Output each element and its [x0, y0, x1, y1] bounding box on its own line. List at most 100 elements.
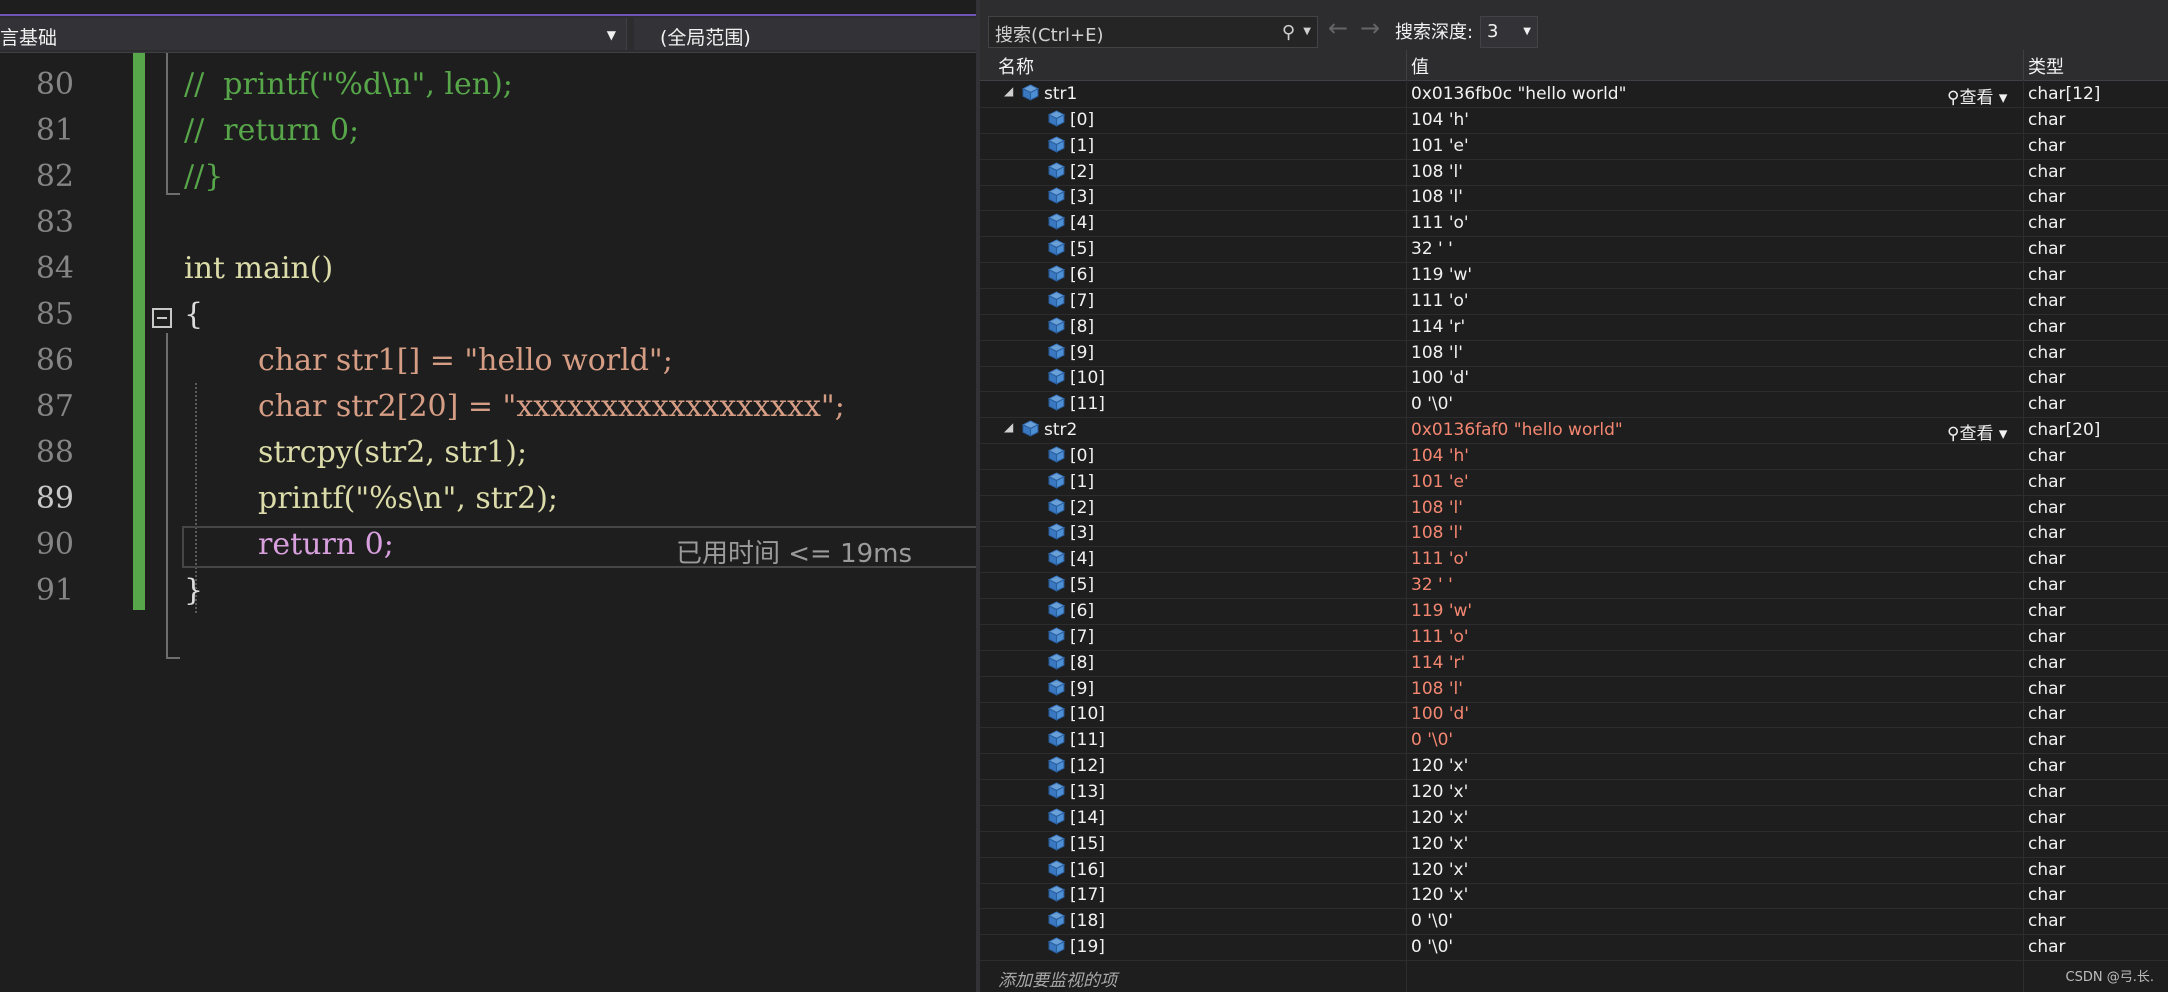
code-text: char str2[20] = "xxxxxxxxxxxxxxxxxx";: [258, 389, 845, 424]
arrow-left-icon[interactable]: ←: [1328, 14, 1348, 42]
search-input[interactable]: 搜索(Ctrl+E) ⚲ ▼: [988, 16, 1318, 48]
watch-value: 108 'l': [1411, 342, 1463, 363]
watch-row-element[interactable]: [11] 0 '\0' char: [980, 727, 2168, 755]
project-dropdown[interactable]: 言基础 ▼: [0, 18, 627, 50]
column-header-type[interactable]: 类型: [2028, 53, 2064, 79]
watch-row-element[interactable]: [1] 101 'e' char: [980, 133, 2168, 160]
watch-row-element[interactable]: [1] 101 'e' char: [980, 469, 2168, 496]
watch-row-element[interactable]: [15] 120 'x' char: [980, 831, 2168, 858]
code-line: 85 {: [0, 293, 976, 339]
code-area[interactable]: 80 // printf("%d\n", len); 81 // return …: [0, 53, 976, 992]
watch-row-variable[interactable]: ◢ str2 0x0136faf0 "hello world" ⚲查看 ▾ char[2…: [980, 417, 2168, 445]
watch-type: char: [2028, 601, 2066, 621]
column-divider[interactable]: [2023, 50, 2024, 80]
watch-name: [5]: [1070, 575, 1095, 596]
watch-name: [3]: [1070, 523, 1095, 544]
watch-type: char: [2028, 704, 2066, 725]
magnifier-icon: ⚲: [1947, 424, 1960, 445]
scope-dropdown[interactable]: (全局范围): [634, 18, 976, 50]
watch-row-variable[interactable]: ◢ str1 0x0136fb0c "hello world" ⚲查看 ▾ char[1…: [980, 81, 2168, 108]
watch-type: char: [2028, 290, 2066, 311]
variable-icon: [1047, 756, 1066, 773]
watch-row-element[interactable]: [2] 108 'l' char: [980, 495, 2168, 522]
watch-name: [6]: [1070, 601, 1095, 621]
watch-name: str1: [1044, 84, 1078, 104]
variable-icon: [1047, 446, 1066, 463]
watch-row-element[interactable]: [10] 100 'd' char: [980, 365, 2168, 393]
variable-icon: [1047, 704, 1066, 722]
watch-type: char: [2028, 756, 2066, 777]
code-text: // return 0;: [184, 113, 360, 148]
watch-type: char: [2028, 264, 2066, 285]
watch-row-element[interactable]: [6] 119 'w' char: [980, 598, 2168, 625]
arrow-right-icon[interactable]: →: [1360, 14, 1380, 42]
watch-row-element[interactable]: [17] 120 'x' char: [980, 882, 2168, 910]
search-depth-value: 3: [1487, 21, 1499, 42]
visualizer-label: 查看: [1959, 424, 1994, 445]
watermark: CSDN @弓.长.: [2065, 970, 2154, 985]
watch-row-element[interactable]: [13] 120 'x' char: [980, 779, 2168, 806]
watch-row-element[interactable]: [7] 111 'o' char: [980, 624, 2168, 651]
add-watch-row[interactable]: 添加要监视的项: [980, 964, 2168, 991]
code-line: 80 // printf("%d\n", len);: [0, 63, 976, 109]
variable-icon: [1047, 472, 1066, 489]
watch-value: 111 'o': [1411, 626, 1469, 647]
watch-name: [17]: [1070, 885, 1105, 906]
code-line: 81 // return 0;: [0, 109, 976, 155]
watch-value: 32 ' ': [1411, 575, 1453, 596]
watch-row-element[interactable]: [12] 120 'x' char: [980, 753, 2168, 781]
search-depth-select[interactable]: 3 ▼: [1480, 16, 1538, 48]
watch-row-element[interactable]: [8] 114 'r' char: [980, 314, 2168, 341]
watch-row-element[interactable]: [3] 108 'l' char: [980, 520, 2168, 548]
variable-icon: [1047, 834, 1066, 851]
line-number: 90: [35, 527, 74, 562]
watch-row-element[interactable]: [6] 119 'w' char: [980, 262, 2168, 289]
column-header-name[interactable]: 名称: [998, 53, 1034, 79]
watch-value: 111 'o': [1411, 290, 1469, 311]
watch-row-element[interactable]: [8] 114 'r' char: [980, 650, 2168, 677]
code-line: 86 char str1[] = "hello world";: [0, 339, 976, 385]
watch-name: str2: [1044, 420, 1078, 441]
watch-row-element[interactable]: [9] 108 'l' char: [980, 340, 2168, 367]
code-line: 89 printf("%s\n", str2);: [0, 477, 976, 523]
watch-row-element[interactable]: [10] 100 'd' char: [980, 701, 2168, 729]
watch-row-element[interactable]: [3] 108 'l' char: [980, 184, 2168, 212]
code-text: strcpy(str2, str1);: [258, 435, 528, 470]
chevron-down-icon[interactable]: ▼: [1303, 26, 1311, 37]
expand-toggle-icon[interactable]: ◢: [1004, 84, 1013, 98]
watch-name: [9]: [1070, 678, 1095, 699]
column-header-value[interactable]: 值: [1411, 53, 1429, 79]
watch-row-element[interactable]: [19] 0 '\0' char: [980, 934, 2168, 962]
watch-type: char: [2028, 833, 2066, 854]
visualizer-button[interactable]: ⚲查看 ▾: [1947, 83, 2007, 108]
watch-row-element[interactable]: [14] 120 'x' char: [980, 805, 2168, 832]
variable-icon: [1047, 937, 1066, 954]
watch-name: [8]: [1070, 652, 1095, 673]
watch-row-element[interactable]: [4] 111 'o' char: [980, 546, 2168, 574]
variable-icon: [1047, 342, 1066, 360]
watch-row-element[interactable]: [0] 104 'h' char: [980, 443, 2168, 470]
watch-row-element[interactable]: [18] 0 '\0' char: [980, 908, 2168, 936]
watch-row-element[interactable]: [11] 0 '\0' char: [980, 391, 2168, 419]
line-number: 84: [35, 251, 74, 286]
watch-type: char: [2028, 781, 2066, 802]
watch-row-element[interactable]: [4] 111 'o' char: [980, 210, 2168, 238]
visualizer-label: 查看: [1959, 88, 1994, 108]
variable-icon: [1047, 782, 1066, 799]
chevron-down-icon: ▾: [1993, 424, 2008, 445]
search-icon[interactable]: ⚲: [1282, 22, 1295, 43]
watch-row-element[interactable]: [16] 120 'x' char: [980, 857, 2168, 884]
column-divider[interactable]: [1406, 50, 1407, 80]
line-number: 83: [35, 205, 74, 240]
watch-value: 108 'l': [1411, 187, 1463, 208]
watch-name: [7]: [1070, 626, 1095, 647]
watch-row-element[interactable]: [5] 32 ' ' char: [980, 572, 2168, 600]
watch-row-element[interactable]: [7] 111 'o' char: [980, 288, 2168, 315]
watch-row-element[interactable]: [0] 104 'h' char: [980, 107, 2168, 134]
variable-icon: [1047, 911, 1066, 928]
visualizer-button[interactable]: ⚲查看 ▾: [1947, 419, 2007, 444]
watch-row-element[interactable]: [2] 108 'l' char: [980, 159, 2168, 186]
expand-toggle-icon[interactable]: ◢: [1004, 420, 1013, 434]
watch-row-element[interactable]: [5] 32 ' ' char: [980, 236, 2168, 264]
watch-row-element[interactable]: [9] 108 'l' char: [980, 676, 2168, 703]
